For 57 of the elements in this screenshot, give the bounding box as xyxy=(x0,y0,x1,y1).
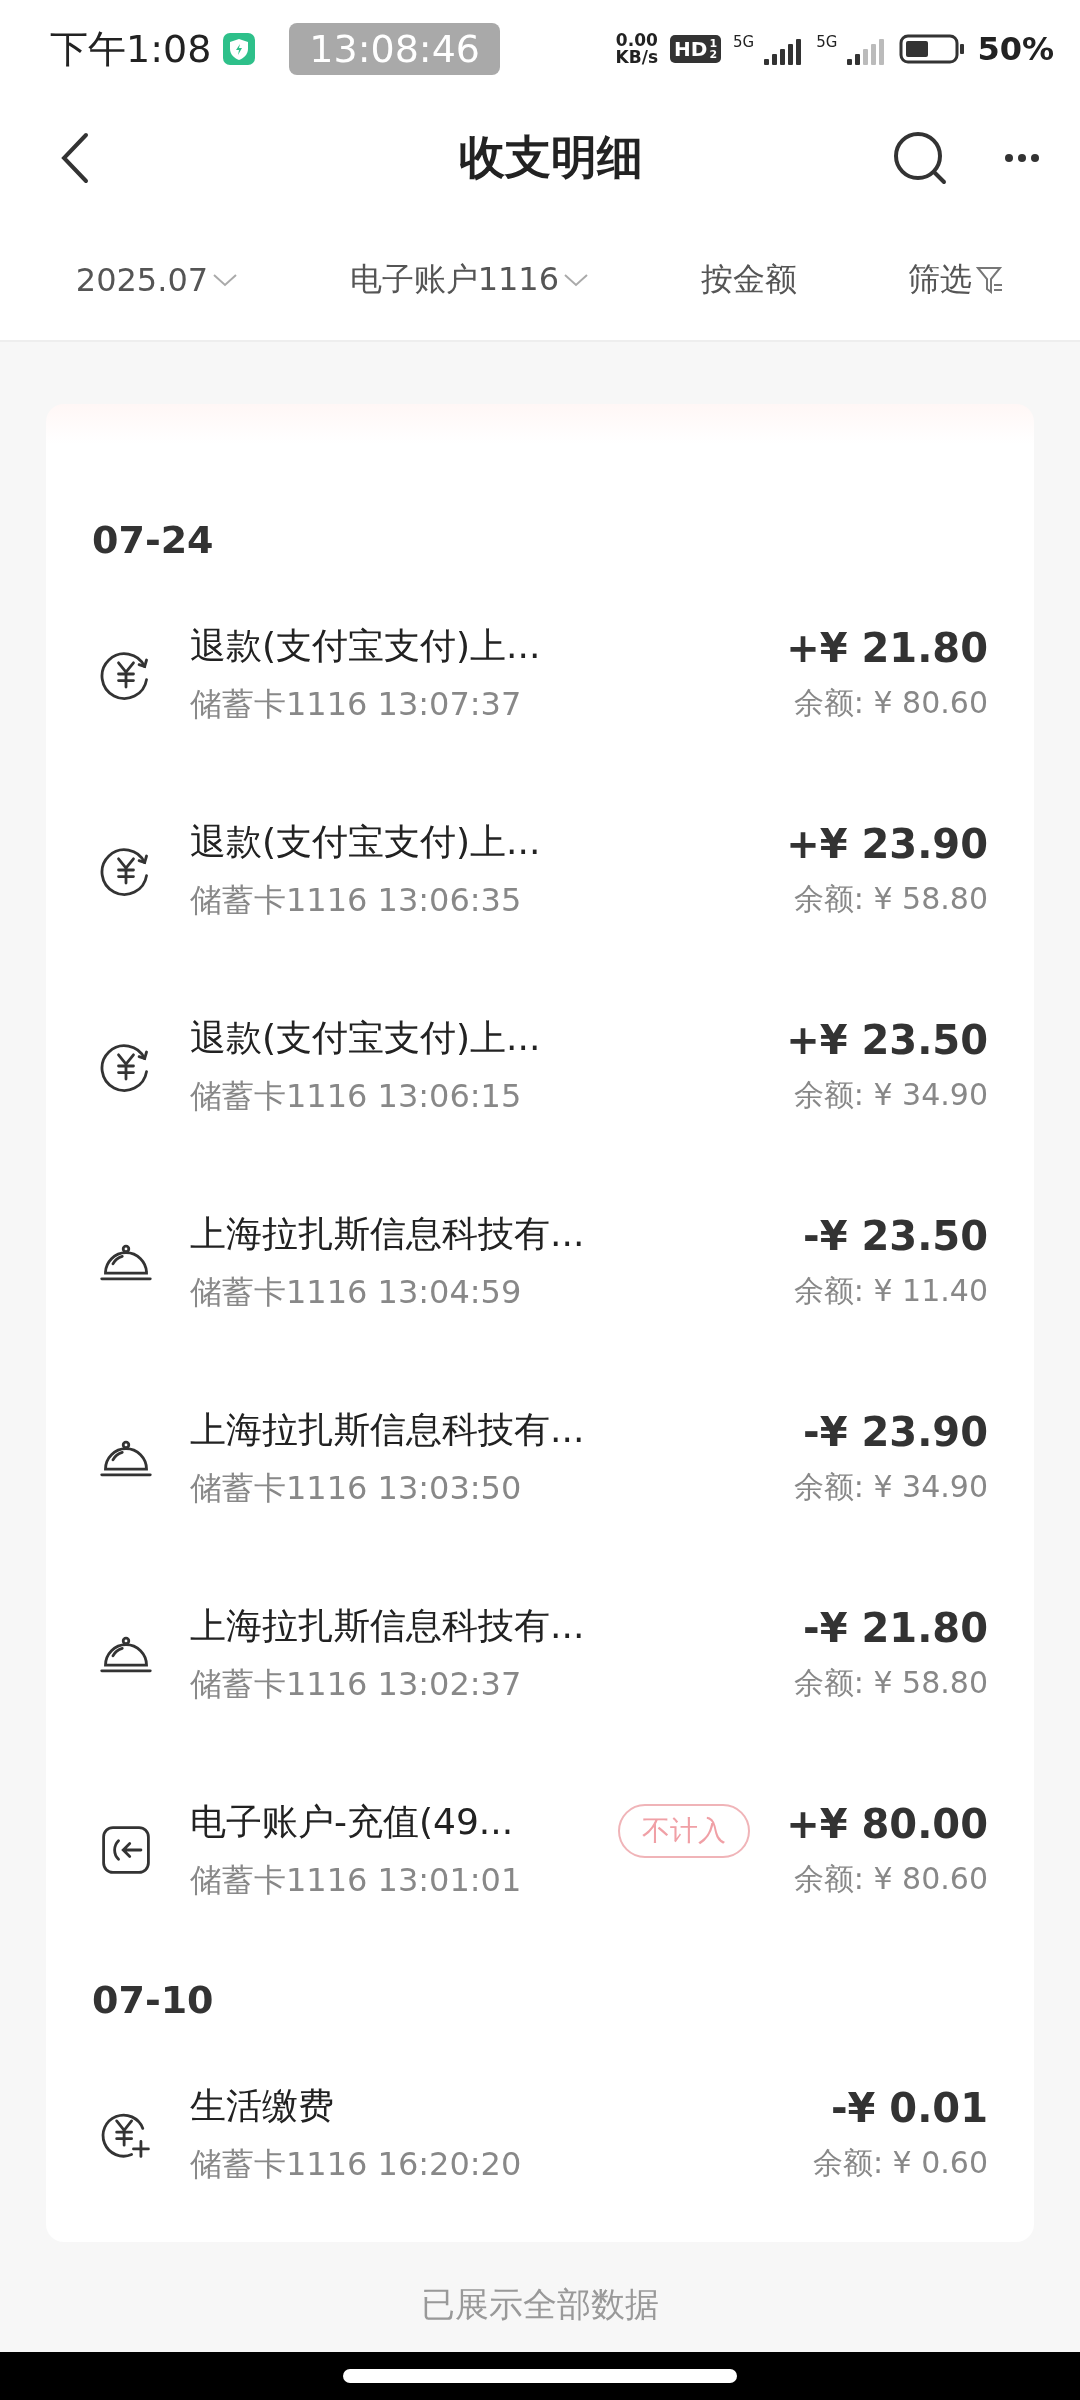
search-icon[interactable] xyxy=(892,130,948,186)
transaction-title[interactable]: 退款(支付宝支付)上... xyxy=(190,817,751,867)
filter-icon[interactable] xyxy=(976,265,1005,295)
balance-text: 余额: ¥ 11.40 xyxy=(793,1271,988,1310)
transaction-title[interactable]: 生活缴费 xyxy=(190,2081,777,2131)
transaction-amount: -¥ 23.90 xyxy=(803,1408,988,1455)
status-tag: 不计入 xyxy=(618,1804,751,1858)
status-time: 下午1:08 xyxy=(50,25,212,73)
network-type-label: 5G xyxy=(733,33,755,51)
filter-button[interactable]: 2025.07 xyxy=(75,261,239,299)
more-icon[interactable] xyxy=(1004,153,1040,163)
transaction-title[interactable]: 上海拉扎斯信息科技有... xyxy=(190,1405,758,1455)
filter-button[interactable]: 按金额 xyxy=(700,258,797,302)
chevron-down-icon[interactable] xyxy=(563,272,590,288)
balance-text: 余额: ¥ 34.90 xyxy=(793,1467,988,1506)
balance-text: 余额: ¥ 0.60 xyxy=(812,2143,988,2182)
transaction-subtitle: 储蓄卡1116 13:03:50 xyxy=(190,1467,523,1509)
end-of-list-text: 已展示全部数据 xyxy=(420,2283,660,2326)
page-title: 收支明细 xyxy=(458,129,644,186)
transaction-amount: +¥ 21.80 xyxy=(786,624,988,671)
date-header: 07-24 xyxy=(91,517,215,564)
transaction-subtitle: 储蓄卡1116 16:20:20 xyxy=(190,2143,523,2185)
chevron-down-icon[interactable] xyxy=(212,272,239,288)
balance-text: 余额: ¥ 34.90 xyxy=(793,1075,988,1114)
back-icon[interactable] xyxy=(60,132,90,184)
network-type-label: 5G xyxy=(816,33,838,51)
transaction-amount: +¥ 80.00 xyxy=(786,1800,988,1847)
balance-text: 余额: ¥ 58.80 xyxy=(793,879,988,918)
balance-text: 余额: ¥ 80.60 xyxy=(793,1859,988,1898)
transaction-amount: -¥ 21.80 xyxy=(803,1604,988,1651)
transaction-title[interactable]: 退款(支付宝支付)上... xyxy=(190,1013,751,1063)
balance-text: 余额: ¥ 58.80 xyxy=(793,1663,988,1702)
transaction-title[interactable]: 退款(支付宝支付)上... xyxy=(190,621,751,671)
transaction-subtitle: 储蓄卡1116 13:06:35 xyxy=(190,879,523,921)
transaction-subtitle: 储蓄卡1116 13:01:01 xyxy=(190,1859,523,1901)
recording-timer: 13:08:46 xyxy=(289,23,500,75)
home-handle[interactable] xyxy=(343,2369,737,2383)
transaction-amount: +¥ 23.90 xyxy=(786,820,988,867)
transaction-title[interactable]: 电子账户-充值(49... xyxy=(190,1797,583,1847)
transaction-amount: +¥ 23.50 xyxy=(786,1016,988,1063)
transaction-subtitle: 储蓄卡1116 13:04:59 xyxy=(190,1271,523,1313)
network-speed: 0.00 xyxy=(615,32,658,49)
transaction-subtitle: 储蓄卡1116 13:07:37 xyxy=(190,683,523,725)
transaction-title[interactable]: 上海拉扎斯信息科技有... xyxy=(190,1601,758,1651)
battery-percent: 50% xyxy=(977,30,1054,68)
filter-button[interactable]: 筛选 xyxy=(908,258,1005,302)
transaction-amount: -¥ 0.01 xyxy=(830,2084,988,2131)
battery-icon xyxy=(899,34,966,64)
shield-icon xyxy=(223,33,256,65)
transaction-subtitle: 储蓄卡1116 13:02:37 xyxy=(190,1663,523,1705)
balance-text: 余额: ¥ 80.60 xyxy=(793,683,988,722)
transaction-title[interactable]: 上海拉扎斯信息科技有... xyxy=(190,1209,758,1259)
network-speed-unit: KB/s xyxy=(615,49,659,66)
filter-button[interactable]: 电子账户1116 xyxy=(349,258,590,302)
transaction-amount: -¥ 23.50 xyxy=(803,1212,988,1259)
transaction-subtitle: 储蓄卡1116 13:06:15 xyxy=(190,1075,523,1117)
date-header: 07-10 xyxy=(91,1977,215,2024)
